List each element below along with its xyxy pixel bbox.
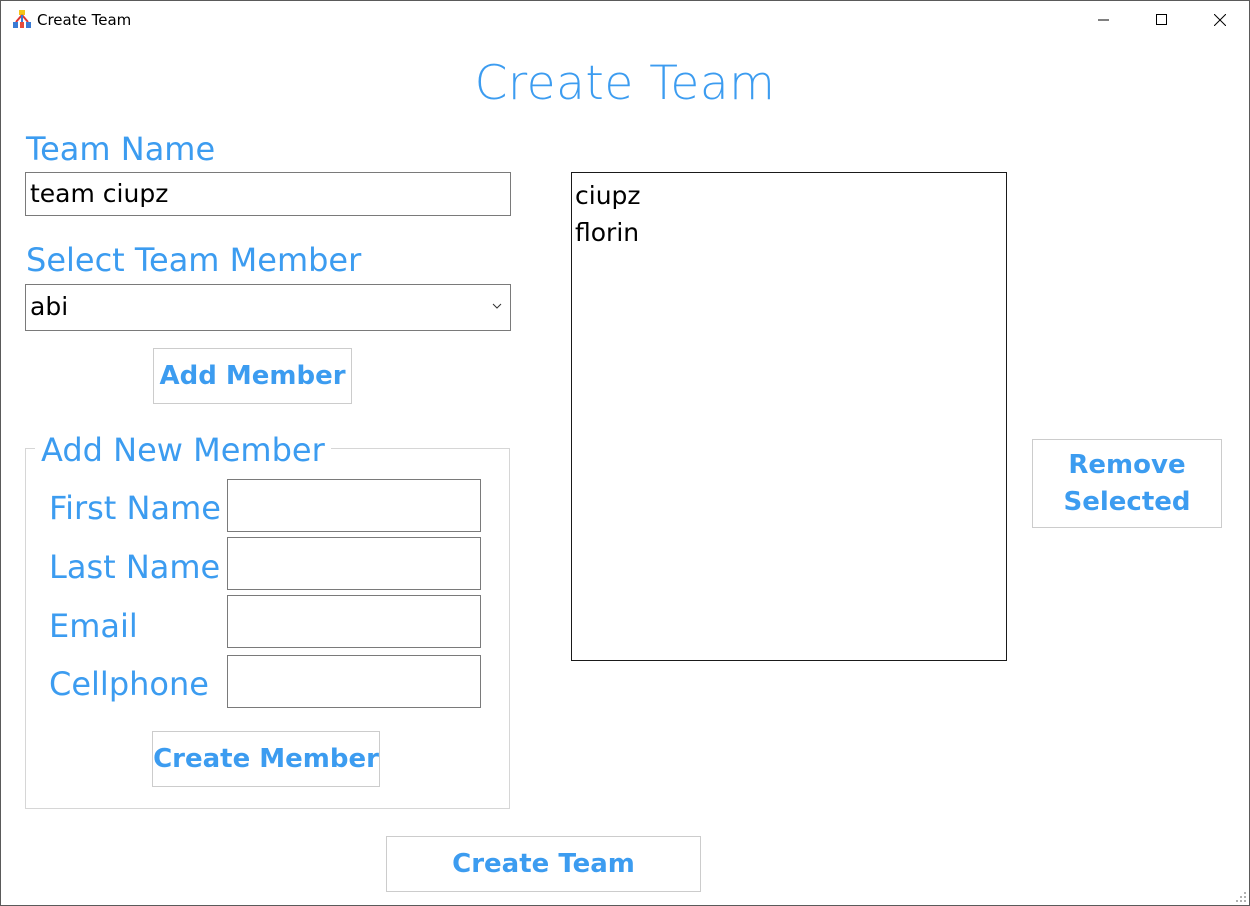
remove-selected-line1: Remove	[1068, 449, 1186, 480]
add-new-member-legend: Add New Member	[35, 431, 331, 469]
maximize-icon	[1156, 14, 1167, 25]
remove-selected-button[interactable]: Remove Selected	[1032, 439, 1222, 528]
resize-grip-icon[interactable]	[1235, 891, 1247, 903]
minimize-button[interactable]	[1075, 1, 1133, 39]
add-member-button[interactable]: Add Member	[153, 348, 352, 404]
last-name-input[interactable]	[227, 537, 481, 590]
remove-selected-line2: Selected	[1063, 486, 1191, 517]
list-item[interactable]: florin	[575, 214, 1003, 251]
first-name-input[interactable]	[227, 479, 481, 532]
window-title: Create Team	[37, 11, 132, 29]
create-team-window: Create Team Create Team Team Name team c…	[0, 0, 1250, 906]
minimize-icon	[1098, 19, 1109, 21]
maximize-button[interactable]	[1133, 1, 1191, 39]
title-bar[interactable]: Create Team	[1, 1, 1249, 39]
team-members-list[interactable]: ciupz florin	[571, 172, 1007, 661]
app-tree-icon	[12, 10, 32, 30]
create-member-button[interactable]: Create Member	[152, 731, 380, 787]
first-name-label: First Name	[49, 489, 221, 527]
create-team-button[interactable]: Create Team	[386, 836, 701, 892]
email-label: Email	[49, 607, 138, 645]
close-icon	[1214, 14, 1226, 26]
last-name-label: Last Name	[49, 548, 221, 586]
select-member-label: Select Team Member	[26, 241, 362, 279]
cellphone-input[interactable]	[227, 655, 481, 708]
team-member-dropdown[interactable]: abi	[25, 284, 511, 331]
page-title: Create Team	[474, 56, 776, 111]
team-name-input[interactable]: team ciupz	[25, 172, 511, 216]
email-input[interactable]	[227, 595, 481, 648]
cellphone-label: Cellphone	[49, 665, 209, 703]
team-member-selected-value: abi	[30, 292, 69, 321]
chevron-down-icon	[492, 303, 502, 309]
close-button[interactable]	[1191, 1, 1249, 39]
list-item[interactable]: ciupz	[575, 177, 1003, 214]
team-name-label: Team Name	[26, 130, 216, 168]
